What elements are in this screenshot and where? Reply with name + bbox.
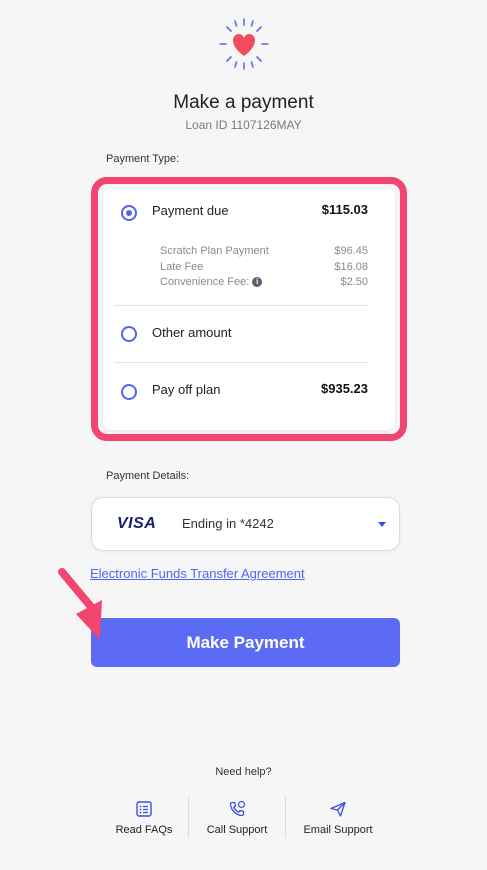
- chevron-down-icon[interactable]: [378, 522, 386, 527]
- visa-logo: VISA: [117, 515, 157, 532]
- need-help-prompt: Need help?: [215, 766, 272, 778]
- faq-icon: [136, 801, 152, 817]
- breakdown-convenience-fee: Convenience Fee: i: [160, 276, 263, 288]
- radio-pay-off-plan[interactable]: [121, 384, 137, 400]
- breakdown-amount: $96.45: [334, 245, 368, 257]
- option-label: Payment due: [152, 203, 229, 218]
- option-amount: $115.03: [321, 202, 368, 217]
- breakdown-label: Convenience Fee:: [160, 276, 250, 288]
- payment-method-select[interactable]: VISA Ending in *4242: [91, 497, 400, 551]
- breakdown-amount: $2.50: [340, 276, 368, 288]
- info-icon[interactable]: i: [252, 277, 263, 288]
- heart-logo-icon: [219, 18, 269, 70]
- payment-type-card: Payment due $115.03 Scratch Plan Payment…: [103, 189, 395, 430]
- eft-agreement-link[interactable]: Electronic Funds Transfer Agreement: [90, 566, 305, 581]
- page-title: Make a payment: [173, 92, 314, 113]
- read-faqs-button[interactable]: Read FAQs: [96, 800, 192, 836]
- divider: [114, 362, 368, 363]
- breakdown-amount: $16.08: [334, 261, 368, 273]
- option-label: Pay off plan: [152, 382, 221, 397]
- help-label: Call Support: [206, 824, 268, 836]
- option-other-amount[interactable]: Other amount: [103, 316, 395, 346]
- option-label: Other amount: [152, 325, 232, 340]
- divider: [114, 305, 368, 306]
- email-support-button[interactable]: Email Support: [290, 800, 386, 836]
- help-label: Email Support: [303, 824, 373, 836]
- card-ending: Ending in *4242: [182, 516, 274, 531]
- payment-details-label: Payment Details:: [106, 470, 190, 482]
- make-payment-button[interactable]: Make Payment: [91, 618, 400, 667]
- annotation-arrow-icon: [58, 568, 102, 640]
- help-label: Read FAQs: [115, 824, 173, 836]
- radio-other-amount[interactable]: [121, 326, 137, 342]
- option-payment-due[interactable]: Payment due $115.03: [103, 197, 395, 227]
- divider: [285, 796, 286, 838]
- payment-type-label: Payment Type:: [106, 153, 180, 165]
- breakdown-label: Late Fee: [160, 261, 204, 273]
- send-icon: [330, 801, 346, 817]
- radio-payment-due[interactable]: [121, 205, 137, 221]
- option-pay-off-plan[interactable]: Pay off plan $935.23: [103, 375, 395, 405]
- breakdown-label: Scratch Plan Payment: [160, 245, 269, 257]
- phone-icon: [229, 800, 246, 817]
- option-amount: $935.23: [321, 381, 368, 396]
- call-support-button[interactable]: Call Support: [189, 800, 285, 836]
- loan-id: Loan ID 1107126MAY: [185, 118, 302, 132]
